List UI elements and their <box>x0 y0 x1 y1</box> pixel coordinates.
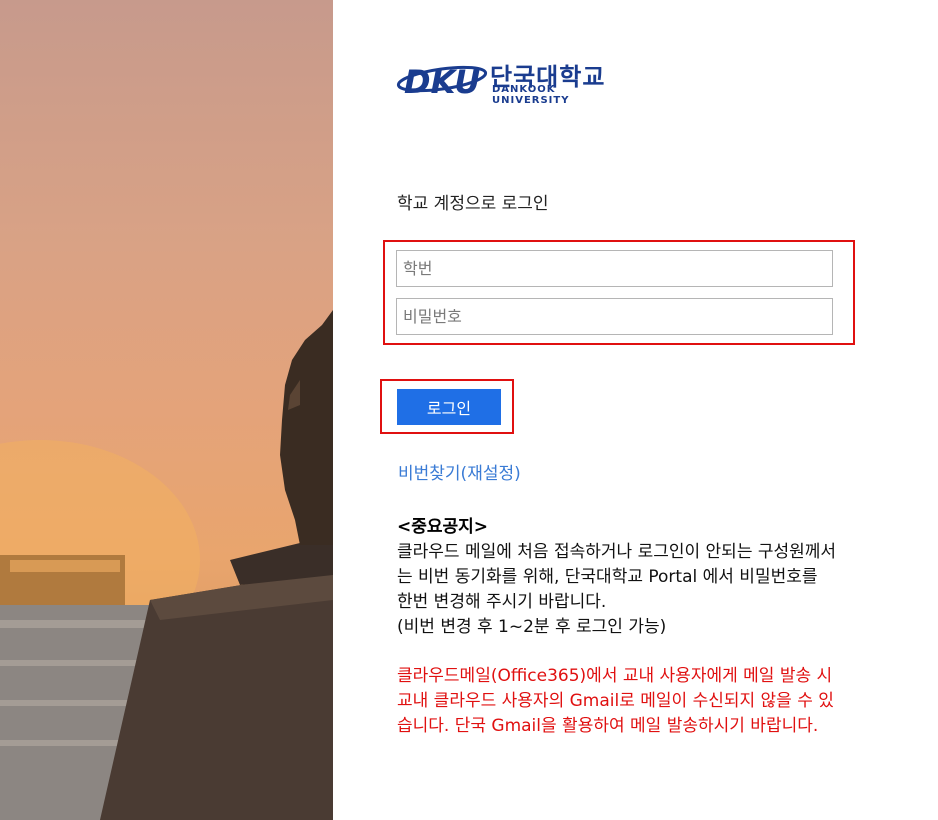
notice-body-note: (비번 변경 후 1~2분 후 로그인 가능) <box>397 617 667 637</box>
login-heading: 학교 계정으로 로그인 <box>397 194 549 214</box>
password-reset-link[interactable]: 비번찾기(재설정) <box>398 459 521 484</box>
login-button[interactable]: 로그인 <box>397 389 501 425</box>
notice-title: <중요공지> <box>397 517 489 537</box>
dankook-logo: DKU 단국대학교 DANKOOK UNIVERSITY <box>396 55 636 106</box>
password-input[interactable] <box>396 298 833 335</box>
student-id-input[interactable] <box>396 250 833 287</box>
logo-english-name: DANKOOK UNIVERSITY <box>492 84 570 106</box>
notice-body: 클라우드 메일에 처음 접속하거나 로그인이 안되는 구성원께서는 비번 동기화… <box>397 540 837 640</box>
campus-statue-illustration <box>0 310 333 820</box>
dku-emblem-icon: DKU <box>396 63 488 101</box>
notice-body-text: 클라우드 메일에 처음 접속하거나 로그인이 안되는 구성원께서는 비번 동기화… <box>397 542 837 612</box>
notice-warning: 클라우드메일(Office365)에서 교내 사용자에게 메일 발송 시 교내 … <box>397 666 834 736</box>
svg-text:DKU: DKU <box>404 63 480 101</box>
background-photo <box>0 0 333 820</box>
